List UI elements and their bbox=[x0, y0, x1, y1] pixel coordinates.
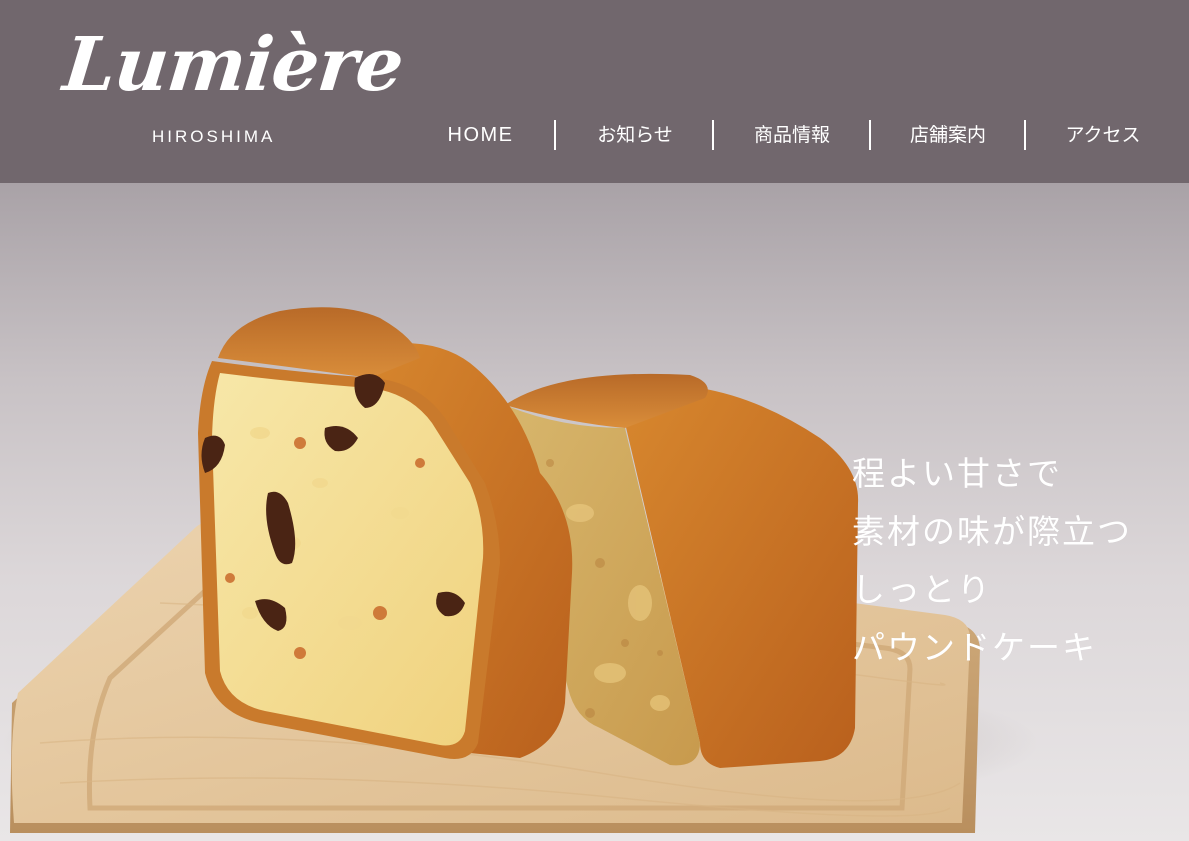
hero-tagline: 程よい甘さで 素材の味が際立つ しっとり パウンドケーキ bbox=[852, 445, 1172, 677]
brand-logo[interactable]: Lumière HIROSHIMA bbox=[59, 22, 406, 158]
nav-item-shop-info[interactable]: 店舗案内 bbox=[903, 117, 993, 153]
nav-item-home[interactable]: HOME bbox=[438, 117, 523, 153]
nav-separator bbox=[712, 120, 714, 150]
hero-tagline-line: パウンドケーキ bbox=[852, 628, 1097, 667]
hero-tagline-line: 素材の味が際立つ bbox=[852, 512, 1132, 551]
main-nav: HOME お知らせ 商品情報 店舗案内 アクセス bbox=[400, 117, 1189, 153]
nav-item-news[interactable]: お知らせ bbox=[590, 117, 680, 153]
brand-location: HIROSHIMA bbox=[152, 127, 276, 146]
nav-item-products[interactable]: 商品情報 bbox=[747, 117, 837, 153]
hero-section: 程よい甘さで 素材の味が際立つ しっとり パウンドケーキ bbox=[0, 183, 1189, 841]
hero-tagline-line: 程よい甘さで bbox=[852, 454, 1062, 493]
nav-separator bbox=[1024, 120, 1026, 150]
brand-name: Lumière bbox=[59, 22, 407, 108]
nav-separator bbox=[869, 120, 871, 150]
site-header: Lumière HIROSHIMA HOME お知らせ 商品情報 店舗案内 アク… bbox=[0, 0, 1189, 183]
hero-tagline-line: しっとり bbox=[852, 570, 992, 609]
nav-item-access[interactable]: アクセス bbox=[1058, 117, 1148, 153]
nav-separator bbox=[554, 120, 556, 150]
cake-slice-left bbox=[198, 307, 573, 759]
